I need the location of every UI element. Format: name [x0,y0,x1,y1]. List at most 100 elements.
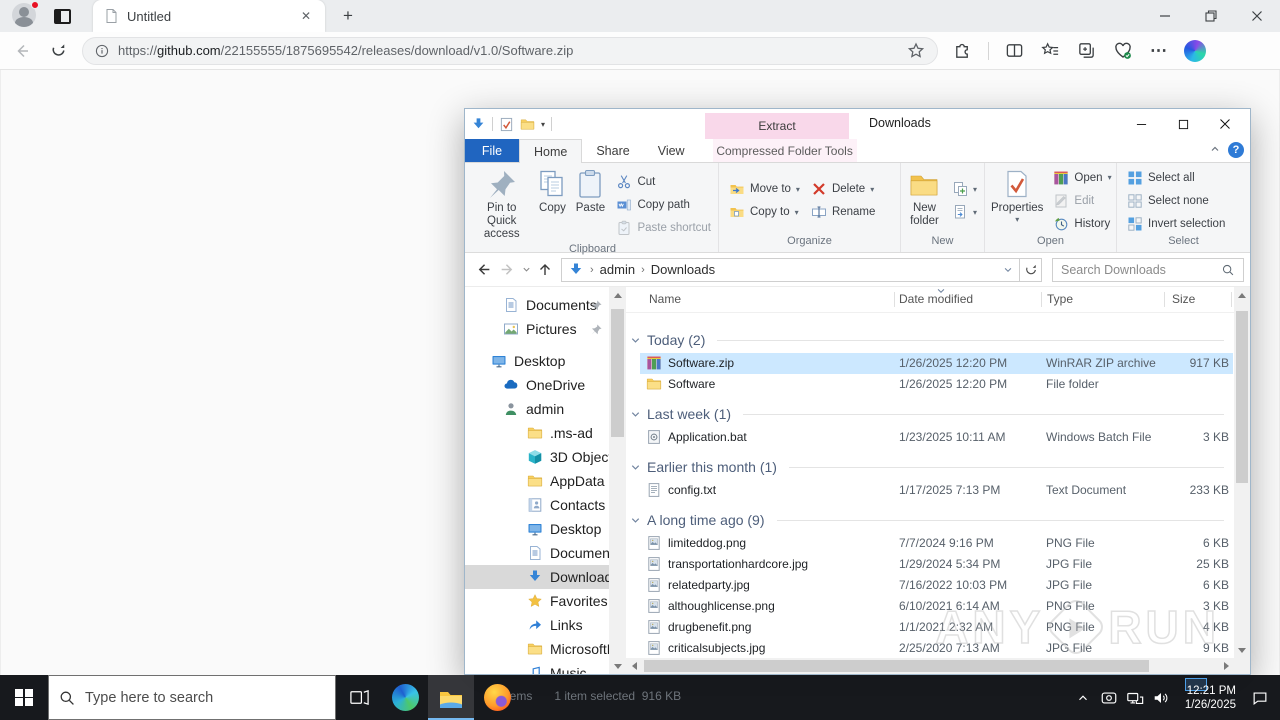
ribbon-button-history[interactable]: History [1050,214,1114,234]
split-screen-icon[interactable] [1004,40,1025,61]
scrollbar-thumb[interactable] [644,660,1149,672]
ribbon-button-select-all[interactable]: Select all [1124,168,1228,188]
column-divider[interactable] [1231,292,1232,307]
sidebar-item-links[interactable]: Links [465,613,609,637]
explorer-search-box[interactable]: Search Downloads [1052,257,1244,282]
ribbon-button-pin-to-quick-access[interactable]: Pin to Quick access [471,166,532,243]
scroll-up-icon[interactable] [1234,287,1250,303]
column-header-name[interactable]: Name [649,292,681,306]
sidebar-item-favorites[interactable]: Favorites [465,589,609,613]
action-center-button[interactable] [1240,689,1280,707]
qat-customize-chevron-icon[interactable]: ▾ [541,120,545,129]
screen-record-icon[interactable] [1096,675,1122,720]
scroll-down-icon[interactable] [1234,642,1250,658]
collapse-chevron-icon[interactable] [630,515,641,526]
browser-restore-button[interactable] [1188,0,1234,32]
column-divider[interactable] [1041,292,1042,307]
copilot-icon[interactable] [1184,39,1206,62]
sidebar-item-admin[interactable]: admin [465,397,609,421]
settings-menu-icon[interactable]: ⋯ [1148,40,1169,61]
ribbon-button-move-to[interactable]: Move to ▾ [726,179,803,199]
breadcrumb-item-downloads[interactable]: Downloads [651,262,715,277]
explorer-minimize-button[interactable] [1120,109,1162,139]
minimize-ribbon-icon[interactable] [1210,144,1220,154]
scroll-right-icon[interactable] [1218,658,1234,674]
sidebar-item-desktop[interactable]: Desktop [465,349,609,373]
search-icon[interactable] [1221,263,1235,277]
file-row-transportationhardcore-jpg[interactable]: transportationhardcore.jpg 1/29/2024 5:34… [640,554,1233,575]
taskbar-search-box[interactable]: Type here to search [48,675,336,720]
bookmark-star-icon[interactable] [907,41,925,60]
nav-up-button[interactable] [533,258,557,282]
contextual-tab-extract[interactable]: Extract [705,113,849,139]
vertical-scrollbar[interactable] [1234,287,1250,674]
help-icon[interactable]: ? [1228,142,1244,158]
start-button[interactable] [0,675,48,720]
sidebar-item-3d-objects[interactable]: 3D Objects [465,445,609,469]
file-row-drugbenefit-png[interactable]: drugbenefit.png 1/1/2021 2:32 AM PNG File 4… [640,617,1233,638]
network-icon[interactable] [1122,675,1148,720]
explorer-close-button[interactable] [1204,109,1246,139]
nav-back-button[interactable] [471,258,495,282]
refresh-button[interactable] [1020,257,1042,282]
file-row-software-zip[interactable]: Software.zip 1/26/2025 12:20 PM WinRAR ZIP… [640,353,1233,374]
sidebar-item-onedrive[interactable]: OneDrive [465,373,609,397]
qat-properties-icon[interactable] [499,117,514,132]
ribbon-button-new-item[interactable]: ▾ [949,179,980,199]
sidebar-item-downloads[interactable]: Downloads [465,565,609,589]
file-group-header-a-long-time-ago-9[interactable]: A long time ago (9) [630,509,1234,531]
ribbon-button-copy-path[interactable]: Copy path [613,195,714,215]
ribbon-button-easy-access[interactable]: ▾ [949,202,980,222]
ribbon-button-copy-to[interactable]: Copy to ▾ [726,202,803,222]
taskbar-explorer-button[interactable] [428,675,474,720]
taskbar-firefox-button[interactable] [474,675,520,720]
new-tab-button[interactable]: + [335,3,361,29]
browser-tab[interactable]: Untitled ✕ [93,0,325,32]
ribbon-button-delete[interactable]: Delete ▾ [808,179,878,199]
tab-close-icon[interactable]: ✕ [297,7,315,25]
file-group-header-earlier-this-month-1[interactable]: Earlier this month (1) [630,456,1234,478]
workspaces-icon[interactable] [54,8,71,24]
ribbon-button-open[interactable]: Open ▾ [1050,168,1114,188]
column-header-type[interactable]: Type [1047,292,1073,306]
tab-view[interactable]: View [644,139,699,162]
browser-profile-button[interactable] [12,1,39,29]
qat-new-folder-icon[interactable] [520,117,535,132]
scrollbar-thumb[interactable] [1236,311,1248,483]
breadcrumb[interactable]: › admin › Downloads [561,257,1020,282]
sidebar-item-desktop[interactable]: Desktop [465,517,609,541]
sidebar-item-documents[interactable]: Documents [465,541,609,565]
file-group-header-today-2[interactable]: Today (2) [630,329,1234,351]
breadcrumb-item-admin[interactable]: admin [600,262,635,277]
ribbon-button-invert-selection[interactable]: Invert selection [1124,214,1228,234]
extensions-icon[interactable] [952,40,973,61]
browser-back-button[interactable] [8,37,36,65]
tab-file[interactable]: File [465,139,519,162]
file-row-limiteddog-png[interactable]: limiteddog.png 7/7/2024 9:16 PM PNG File 6 … [640,533,1233,554]
browser-refresh-button[interactable] [44,37,72,65]
collapse-chevron-icon[interactable] [630,462,641,473]
file-group-header-last-week-1[interactable]: Last week (1) [630,403,1234,425]
ribbon-button-new-folder[interactable]: New folder [905,166,944,235]
column-divider[interactable] [894,292,895,307]
horizontal-scrollbar[interactable] [626,658,1234,674]
scrollbar-thumb[interactable] [611,309,624,437]
column-divider[interactable] [1164,292,1165,307]
collapse-chevron-icon[interactable] [630,409,641,420]
column-header-size[interactable]: Size [1172,292,1195,306]
browser-essentials-icon[interactable] [1112,40,1133,61]
recent-locations-chevron-icon[interactable] [519,258,533,282]
ribbon-button-rename[interactable]: Rename [808,202,878,222]
sidebar-item-pictures[interactable]: Pictures [465,317,609,341]
scroll-left-icon[interactable] [626,658,642,674]
tray-chevron-up-icon[interactable] [1070,675,1096,720]
scroll-down-icon[interactable] [609,658,626,674]
sidebar-item-music[interactable]: Music [465,661,609,674]
browser-minimize-button[interactable] [1142,0,1188,32]
ribbon-button-properties[interactable]: Properties ▾ [989,166,1045,235]
file-row-software[interactable]: Software 1/26/2025 12:20 PM File folder [640,374,1233,395]
collapse-chevron-icon[interactable] [630,335,641,346]
site-info-icon[interactable] [95,44,109,58]
ribbon-button-select-none[interactable]: Select none [1124,191,1228,211]
address-bar[interactable]: https://github.com/22155555/1875695542/r… [82,36,938,65]
